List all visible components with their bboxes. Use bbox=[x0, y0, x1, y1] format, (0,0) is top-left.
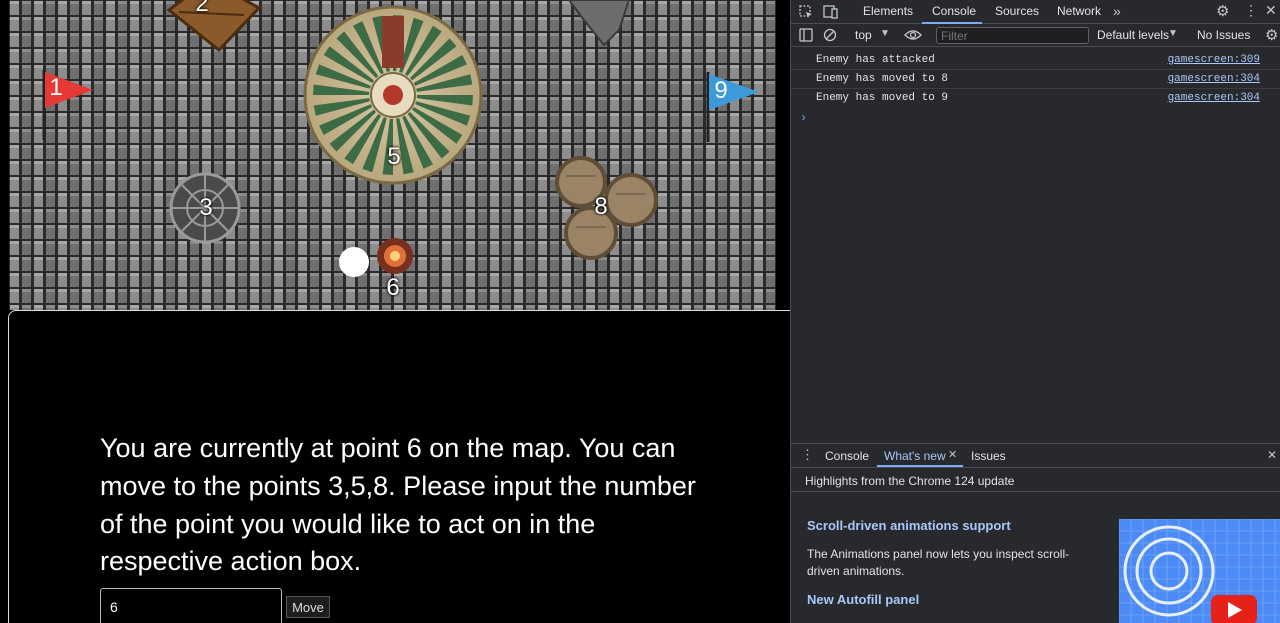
devtools-panel: Elements Console Sources Network » ⚙ ⋮ ✕… bbox=[790, 0, 1280, 623]
map-point-8[interactable]: 8 bbox=[594, 193, 607, 221]
inspect-element-icon[interactable] bbox=[799, 5, 813, 19]
move-button[interactable]: Move bbox=[286, 596, 330, 618]
map-point-2[interactable]: 2 bbox=[195, 0, 208, 18]
game-screen: 2 1 3 5 6 8 9 You are currently at point… bbox=[0, 0, 798, 623]
close-tab-icon[interactable]: ✕ bbox=[948, 448, 957, 461]
drawer-tab-whats-new[interactable]: What's new bbox=[884, 449, 946, 463]
map-point-9[interactable]: 9 bbox=[714, 77, 727, 105]
gear-icon[interactable]: ⚙ bbox=[1216, 2, 1229, 20]
kebab-menu-icon[interactable]: ⋮ bbox=[1244, 2, 1258, 19]
console-message-text: Enemy has attacked bbox=[816, 54, 935, 66]
context-selector[interactable]: top bbox=[855, 28, 872, 42]
console-prompt-chevron-icon[interactable]: › bbox=[800, 111, 807, 125]
console-message-row: Enemy has attacked gamescreen:309 bbox=[791, 51, 1280, 70]
console-message-text: Enemy has moved to 9 bbox=[816, 92, 949, 104]
console-message-row: Enemy has moved to 8 gamescreen:304 bbox=[791, 70, 1280, 89]
feature-link-autofill[interactable]: New Autofill panel bbox=[807, 592, 919, 607]
console-message-row: Enemy has moved to 9 gamescreen:304 bbox=[791, 89, 1280, 108]
chevron-double-right-icon[interactable]: » bbox=[1113, 3, 1121, 19]
filter-input[interactable] bbox=[936, 27, 1089, 44]
log-levels-dropdown[interactable]: Default levels bbox=[1097, 28, 1169, 42]
sidebar-toggle-icon[interactable] bbox=[799, 28, 813, 42]
close-drawer-icon[interactable]: ✕ bbox=[1267, 448, 1277, 462]
close-icon[interactable]: ✕ bbox=[1265, 2, 1277, 19]
video-thumbnail[interactable] bbox=[1119, 519, 1280, 623]
tab-sources[interactable]: Sources bbox=[995, 4, 1039, 18]
eye-icon[interactable] bbox=[904, 29, 922, 41]
map-point-5[interactable]: 5 bbox=[387, 143, 400, 171]
player-token bbox=[339, 247, 369, 277]
drawer-menu-icon[interactable]: ⋮ bbox=[801, 447, 814, 463]
chrome-video-thumbnail-icon bbox=[1119, 519, 1280, 623]
drawer-tab-bar: ⋮ Console What's new ✕ Issues ✕ bbox=[791, 444, 1280, 468]
map-point-1[interactable]: 1 bbox=[49, 74, 62, 102]
console-source-link[interactable]: gamescreen:304 bbox=[1168, 92, 1260, 104]
feature-description: The Animations panel now lets you inspec… bbox=[807, 547, 1070, 578]
enemy-burst-icon bbox=[377, 238, 413, 274]
console-message-text: Enemy has moved to 8 bbox=[816, 73, 949, 85]
drawer-divider bbox=[791, 491, 1280, 492]
tab-elements[interactable]: Elements bbox=[863, 4, 913, 18]
drawer-tab-console[interactable]: Console bbox=[825, 449, 869, 463]
dropdown-arrow-icon[interactable]: ▼ bbox=[1168, 28, 1178, 39]
console-source-link[interactable]: gamescreen:309 bbox=[1168, 54, 1260, 66]
clear-console-icon[interactable] bbox=[823, 28, 837, 42]
whats-new-heading: Highlights from the Chrome 124 update bbox=[805, 474, 1015, 488]
tab-console[interactable]: Console bbox=[932, 4, 976, 18]
map-point-6[interactable]: 6 bbox=[386, 274, 399, 302]
action-point-input[interactable] bbox=[100, 588, 282, 623]
devtools-drawer: ⋮ Console What's new ✕ Issues ✕ Highligh… bbox=[791, 443, 1280, 623]
issues-counter[interactable]: No Issues bbox=[1197, 28, 1250, 42]
console-source-link[interactable]: gamescreen:304 bbox=[1168, 73, 1260, 85]
device-toolbar-icon[interactable] bbox=[823, 5, 839, 19]
map-point-3[interactable]: 3 bbox=[199, 194, 212, 222]
screen: 2 1 3 5 6 8 9 You are currently at point… bbox=[0, 0, 1280, 623]
tab-network[interactable]: Network bbox=[1057, 4, 1101, 18]
console-toolbar: top ▼ Default levels ▼ No Issues ⚙ bbox=[791, 24, 1280, 47]
game-message: You are currently at point 6 on the map.… bbox=[100, 433, 696, 577]
console-settings-gear-icon[interactable]: ⚙ bbox=[1265, 26, 1278, 44]
feature-link-scroll-animations[interactable]: Scroll-driven animations support bbox=[807, 518, 1011, 533]
active-drawer-tab-indicator bbox=[877, 465, 963, 467]
drawer-tab-issues[interactable]: Issues bbox=[971, 449, 1006, 463]
game-map: 2 1 3 5 6 8 9 bbox=[9, 0, 776, 310]
dropdown-arrow-icon[interactable]: ▼ bbox=[880, 28, 890, 39]
devtools-tab-bar: Elements Console Sources Network » ⚙ ⋮ ✕ bbox=[791, 0, 1280, 24]
